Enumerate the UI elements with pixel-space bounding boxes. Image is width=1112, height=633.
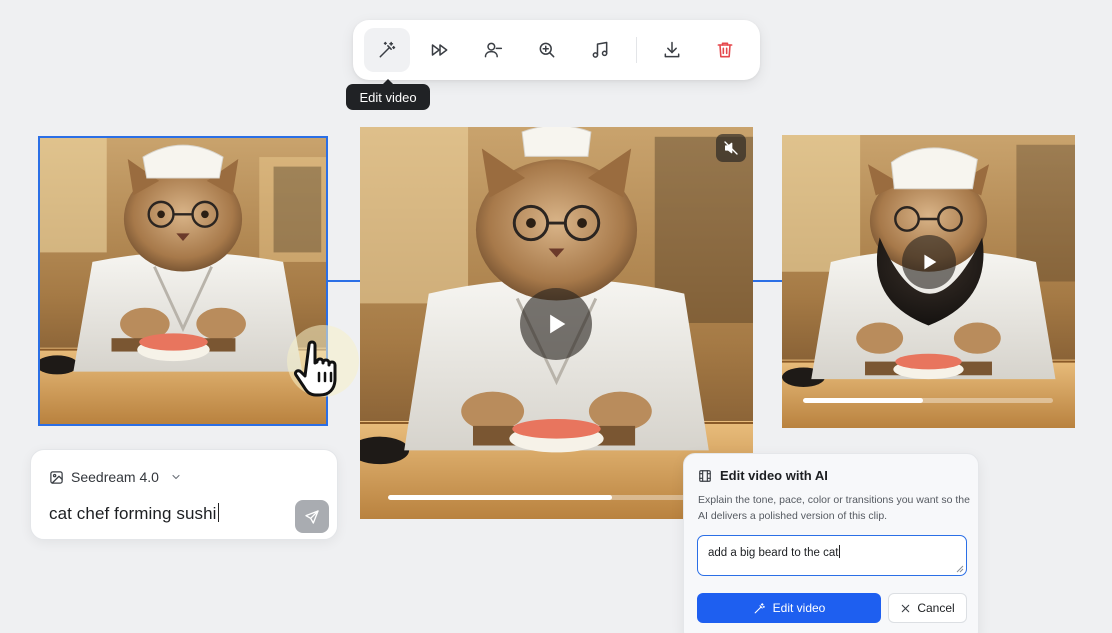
fast-forward-button[interactable] [417, 28, 463, 72]
user-minus-icon [484, 42, 503, 58]
progress-fill-right [803, 398, 923, 403]
film-icon [699, 469, 711, 482]
download-button[interactable] [649, 28, 695, 72]
connector-line-left [328, 280, 360, 282]
progress-bar-center[interactable] [388, 495, 728, 500]
speaker-muted-icon [724, 141, 738, 155]
text-caret [839, 545, 841, 558]
progress-fill-center [388, 495, 613, 500]
send-icon [305, 509, 319, 524]
edit-video-button[interactable] [364, 28, 410, 72]
edit-video-submit-button[interactable]: Edit video [697, 593, 881, 623]
cancel-button[interactable]: Cancel [888, 593, 967, 623]
edit-panel-title: Edit video with AI [698, 468, 828, 483]
clip-right-video[interactable] [782, 135, 1075, 428]
play-button-center[interactable] [520, 288, 592, 360]
connector-line-right [752, 280, 782, 282]
cat-chef-image [40, 138, 326, 424]
toolbar-divider [636, 37, 637, 63]
clip-left-image[interactable] [40, 138, 326, 424]
play-icon [924, 254, 937, 270]
edit-video-submit-label: Edit video [772, 601, 826, 615]
floating-toolbar [353, 20, 760, 80]
chevron-down-icon [172, 474, 180, 480]
music-note-icon [592, 41, 608, 58]
edit-instruction-text: add a big beard to the cat [708, 547, 839, 559]
image-icon [50, 470, 63, 484]
fast-forward-icon [431, 44, 448, 56]
edit-video-panel: Edit video with AI Explain the tone, pac… [683, 453, 979, 633]
zoom-in-icon [539, 42, 555, 58]
edit-video-tooltip: Edit video [346, 79, 430, 110]
model-label: Seedream 4.0 [71, 469, 159, 485]
close-icon [902, 604, 910, 612]
send-button[interactable] [295, 500, 329, 533]
trash-icon [717, 42, 733, 58]
remove-person-button[interactable] [470, 28, 516, 72]
prompt-input[interactable]: cat chef forming sushi [49, 503, 219, 524]
prompt-card: Seedream 4.0 cat chef forming sushi [30, 449, 338, 540]
edit-instruction-textarea[interactable]: add a big beard to the cat [697, 535, 967, 576]
play-icon [550, 314, 566, 334]
canvas: Edit video Seedream 4.0 cat chef forming… [0, 0, 1112, 633]
text-caret [217, 503, 219, 522]
cancel-label: Cancel [917, 601, 955, 615]
mute-button[interactable] [716, 134, 746, 162]
download-icon [664, 41, 680, 58]
delete-button[interactable] [702, 28, 748, 72]
audio-button[interactable] [577, 28, 623, 72]
zoom-in-button[interactable] [524, 28, 570, 72]
model-selector[interactable]: Seedream 4.0 [49, 467, 182, 487]
resize-handle-icon[interactable] [956, 565, 964, 573]
magic-wand-icon [379, 41, 396, 58]
edit-panel-title-text: Edit video with AI [720, 468, 828, 483]
prompt-text: cat chef forming sushi [49, 504, 217, 523]
magic-wand-icon [754, 602, 765, 613]
play-button-right[interactable] [902, 235, 956, 289]
edit-panel-description: Explain the tone, pace, color or transit… [698, 494, 970, 522]
progress-bar-right[interactable] [803, 398, 1053, 403]
